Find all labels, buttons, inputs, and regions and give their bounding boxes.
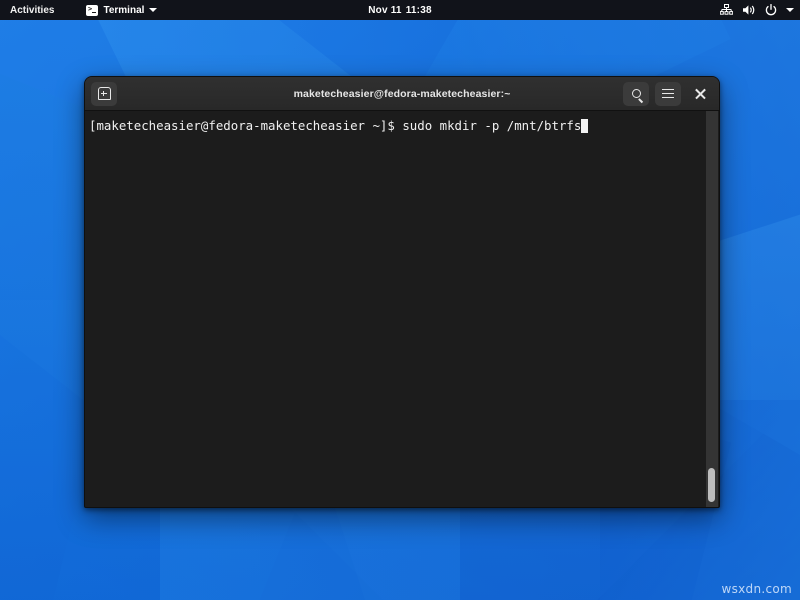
terminal-command-line: [maketecheasier@fedora-maketecheasier ~]…: [87, 117, 719, 134]
scrollbar-thumb[interactable]: [708, 468, 715, 502]
text-cursor: [581, 119, 588, 133]
menu-button[interactable]: [655, 82, 681, 106]
gnome-top-bar: Activities Terminal Nov 11 11:38: [0, 0, 800, 20]
watermark: wsxdn.com: [721, 582, 792, 596]
terminal-content-area[interactable]: [maketecheasier@fedora-maketecheasier ~]…: [85, 111, 719, 508]
hamburger-menu-icon: [662, 89, 674, 99]
system-status-area[interactable]: [720, 0, 794, 20]
new-tab-icon: [98, 87, 111, 100]
window-title-bar[interactable]: maketecheasier@fedora-maketecheasier:~: [85, 77, 719, 111]
app-menu-label: Terminal: [103, 5, 144, 16]
close-button[interactable]: [687, 82, 713, 106]
app-menu-terminal[interactable]: Terminal: [78, 0, 165, 20]
power-icon: [765, 4, 777, 16]
terminal-window[interactable]: maketecheasier@fedora-maketecheasier:~ […: [84, 76, 720, 508]
close-icon: [695, 88, 706, 99]
terminal-icon: [86, 5, 98, 16]
window-controls[interactable]: [623, 82, 713, 106]
volume-icon: [742, 4, 756, 16]
activities-button[interactable]: Activities: [0, 0, 64, 20]
terminal-scrollbar[interactable]: [706, 111, 718, 508]
chevron-down-icon: [149, 8, 157, 12]
chevron-down-icon[interactable]: [786, 8, 794, 12]
shell-command: sudo mkdir -p /mnt/btrfs: [402, 118, 581, 133]
shell-prompt: [maketecheasier@fedora-maketecheasier ~]…: [89, 118, 402, 133]
activities-label: Activities: [10, 5, 54, 16]
clock-button[interactable]: Nov 11 11:38: [330, 5, 470, 16]
clock-time: 11:38: [406, 5, 432, 16]
search-icon: [632, 89, 641, 98]
clock-date: Nov 11: [368, 5, 401, 16]
network-wired-icon: [720, 4, 733, 16]
search-button[interactable]: [623, 82, 649, 106]
new-tab-button[interactable]: [91, 82, 117, 106]
